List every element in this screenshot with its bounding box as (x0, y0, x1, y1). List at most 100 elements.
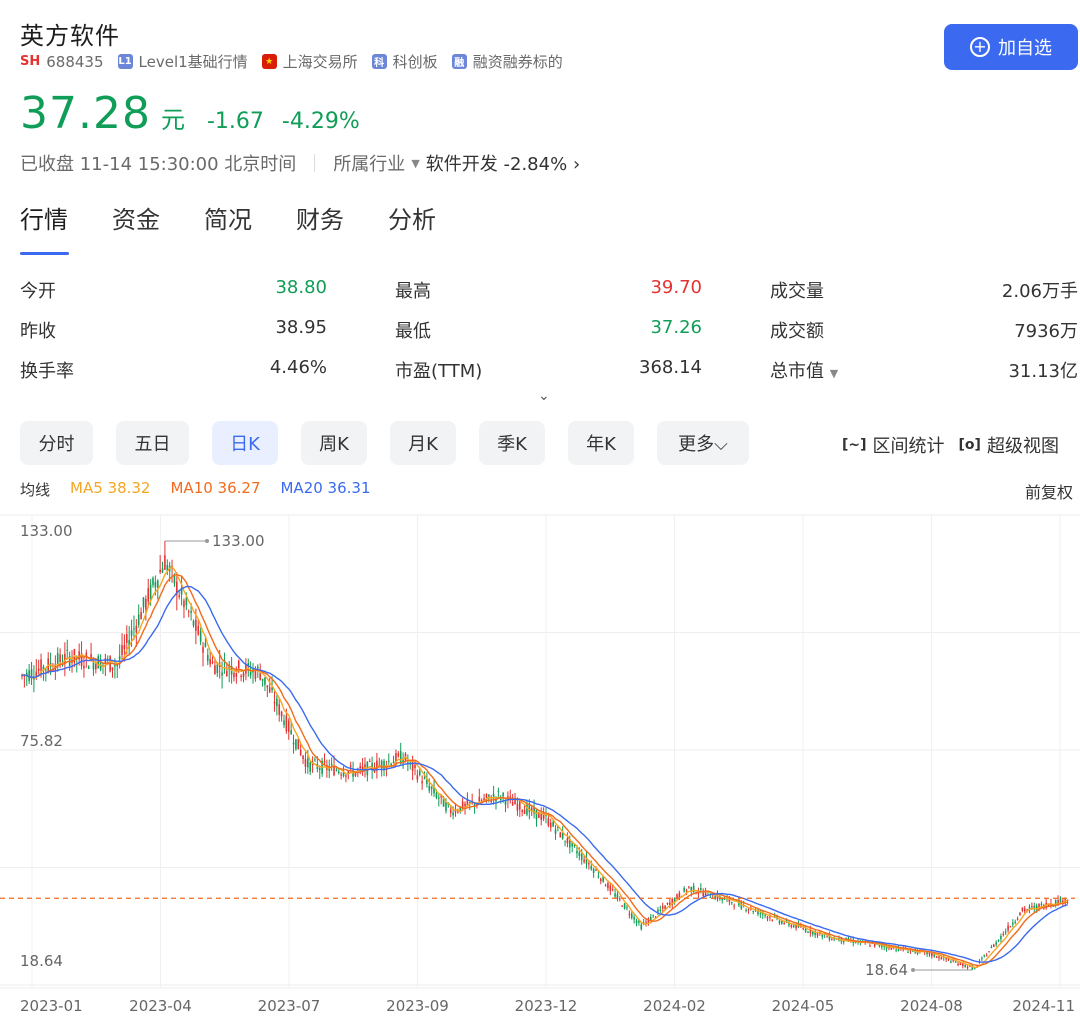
stat-low: 最低 37.26 (395, 317, 702, 343)
candle-body (485, 794, 488, 798)
candle-body (142, 597, 145, 608)
ktab-weekly[interactable]: 周K (301, 421, 367, 465)
candle-body (445, 802, 447, 812)
stat-prev-close: 昨收 38.95 (20, 317, 327, 343)
candle-body (204, 642, 207, 647)
ktab-daily[interactable]: 日K (212, 421, 278, 465)
candle-body (126, 634, 128, 643)
candle-body (966, 967, 969, 969)
candle-body (178, 595, 180, 597)
candle-body (135, 625, 138, 633)
stats-row: 换手率 4.46% 市盈(TTM) 368.14 总市值 ▼ 31.13亿 (20, 350, 1078, 390)
triangle-down-icon[interactable]: ▼ (411, 157, 419, 170)
candle-body (564, 840, 566, 842)
ktab-five-day[interactable]: 五日 (116, 421, 189, 465)
candle-body (273, 702, 276, 704)
x-tick-label: 2024-08 (900, 997, 963, 1015)
super-view-label: 超级视图 (986, 436, 1059, 457)
ktab-intraday[interactable]: 分时 (20, 421, 93, 465)
candle-body (359, 765, 362, 768)
max-annotation-dot (205, 538, 209, 543)
candle-body (652, 914, 654, 916)
range-stats-button[interactable]: [~] 区间统计 (842, 432, 945, 458)
candle-body (209, 659, 211, 665)
exchange-tag: ★ 上海交易所 (261, 51, 358, 72)
stat-label: 最高 (395, 281, 431, 302)
ktab-monthly[interactable]: 月K (390, 421, 456, 465)
add-watchlist-button[interactable]: + 加自选 (944, 24, 1078, 70)
candle-body (1023, 908, 1026, 912)
ktab-yearly[interactable]: 年K (568, 421, 634, 465)
main-tabs: 行情 资金 简况 财务 分析 (20, 200, 480, 255)
kline-chart[interactable]: 2023-01 2023-04 2023-07 2023-09 2023-12 2024-… (0, 500, 1080, 1023)
candle-body (804, 929, 807, 932)
candle-body (114, 665, 116, 667)
ktab-more[interactable]: 更多⌵ (657, 421, 749, 465)
focus-frame-icon: [o] (958, 437, 981, 453)
candle-body (554, 829, 557, 834)
add-watchlist-label: 加自选 (998, 38, 1052, 59)
candle-body (935, 956, 938, 958)
candle-body (37, 668, 40, 671)
ktab-quarterly[interactable]: 季K (479, 421, 545, 465)
candle-body (607, 883, 609, 889)
candle-body (771, 919, 774, 921)
range-stats-label: 区间统计 (872, 436, 945, 457)
candle-body (399, 751, 402, 764)
tab-quote[interactable]: 行情 (20, 200, 69, 255)
candle-body (361, 766, 364, 770)
stat-value: 39.70 (650, 277, 702, 298)
candle-body (276, 698, 278, 707)
tab-funds[interactable]: 资金 (112, 200, 160, 247)
candle-body (964, 964, 966, 968)
candle-body (747, 909, 750, 911)
candle-body (985, 955, 988, 957)
candle-body (149, 584, 152, 600)
candle-body (633, 917, 635, 920)
tab-analysis[interactable]: 分析 (388, 200, 436, 247)
candle-body (249, 671, 252, 676)
current-price: 37.28 (20, 88, 151, 139)
market-cap-label[interactable]: 总市值 ▼ (770, 357, 838, 383)
candle-body (283, 720, 285, 726)
candle-body (957, 963, 959, 966)
candle-body (449, 809, 452, 814)
candle-body (130, 630, 133, 636)
stat-label: 成交额 (770, 321, 824, 342)
candle-body (261, 678, 264, 681)
stat-open: 今开 38.80 (20, 277, 327, 303)
candle-body (302, 755, 304, 759)
star-market-tag: 科 科创板 (371, 51, 438, 72)
super-view-button[interactable]: [o] 超级视图 (959, 432, 1059, 458)
candle-body (280, 711, 283, 717)
candle-body (995, 942, 997, 945)
candle-body (330, 763, 333, 766)
candle-body (1004, 931, 1007, 933)
stats-row: 今开 38.80 最高 39.70 成交量 2.06万手 (20, 270, 1078, 310)
star-market-icon: 科 (371, 54, 387, 69)
x-tick-label: 2023-12 (515, 997, 578, 1015)
candle-body (640, 924, 643, 930)
industry-label: 所属行业 (333, 154, 406, 175)
candle-body (221, 672, 223, 676)
price-unit: 元 (160, 106, 185, 134)
candle-body (611, 889, 614, 891)
candle-body (766, 916, 769, 919)
candle-body (47, 658, 49, 671)
industry-name: 软件开发 (425, 154, 498, 175)
candle-body (802, 928, 805, 930)
candle-body (490, 800, 493, 803)
candle-body (666, 902, 669, 904)
candle-body (790, 925, 793, 928)
stat-label: 今开 (20, 281, 56, 302)
candle-body (233, 672, 235, 678)
market-status: 已收盘 11-14 15:30:00 北京时间 (20, 154, 297, 175)
candle-body (592, 868, 595, 873)
candle-body (931, 952, 933, 957)
tab-profile[interactable]: 简况 (204, 200, 252, 247)
expand-chevron-icon[interactable]: ⌄ (538, 388, 550, 404)
candle-body (430, 786, 433, 789)
industry-link[interactable]: 软件开发 -2.84% › (426, 150, 580, 176)
candle-body (95, 663, 97, 670)
tab-finance[interactable]: 财务 (296, 200, 344, 247)
